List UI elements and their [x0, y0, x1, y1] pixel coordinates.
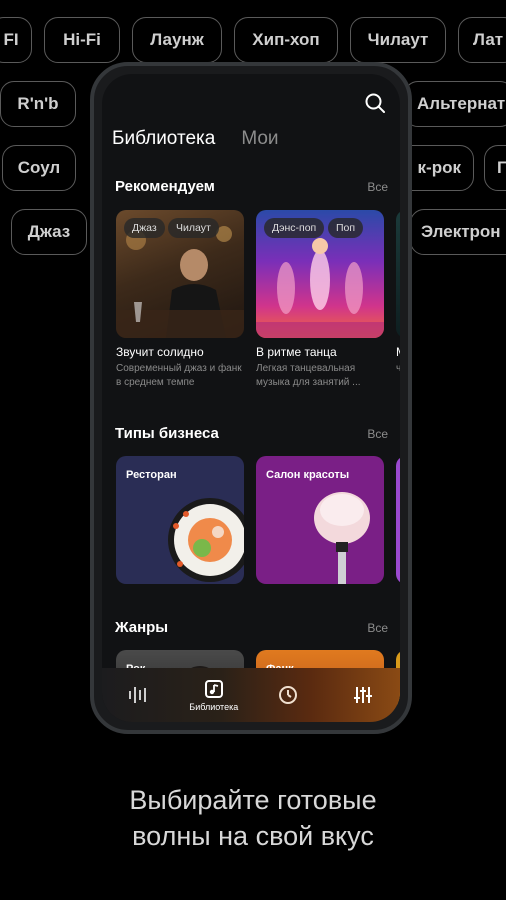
playlist-card-jazz[interactable]: Джаз Чилаут [116, 210, 244, 338]
playlist-card-partial[interactable] [396, 210, 400, 338]
playlist-card-dance[interactable]: Дэнс-поп Поп [256, 210, 384, 338]
see-all-genres[interactable]: Все [367, 621, 388, 635]
genre-chip: Хип-хоп [234, 17, 338, 63]
caption-line-2: волны на свой вкус [132, 821, 374, 851]
equalizer-icon [353, 687, 372, 703]
genre-chip: Hi-Fi [44, 17, 120, 63]
nav-history[interactable] [258, 685, 318, 705]
makeup-brush-image [314, 492, 370, 584]
genre-chip: Чилаут [350, 17, 446, 63]
business-card-partial[interactable] [396, 456, 400, 584]
nav-library[interactable]: Библиотека [184, 679, 244, 712]
section-title-recommended: Рекомендуем [115, 178, 215, 195]
tag-chillout: Чилаут [168, 218, 219, 238]
card-subtitle: чи [396, 363, 400, 374]
genre-chip: Г [484, 145, 506, 191]
caption-line-1: Выбирайте готовые [129, 785, 377, 815]
see-all-business[interactable]: Все [367, 427, 388, 441]
app-screen: Библиотека Мои Рекомендуем Все Джаз Чила… [102, 74, 400, 722]
clock-icon [279, 686, 298, 704]
genre-chip: Лат [458, 17, 506, 63]
library-tabs: Библиотека Мои [112, 128, 279, 150]
library-icon [204, 679, 223, 698]
card-title: В ритме танца [256, 345, 337, 359]
bottom-navigation: Библиотека [102, 668, 400, 722]
card-subtitle: Современный джаз и фанк в среднем темпе [116, 363, 242, 388]
tag-pop: Поп [328, 218, 364, 238]
nav-library-label: Библиотека [189, 701, 239, 712]
genre-chip: FI [0, 17, 32, 63]
card-title: М [396, 345, 400, 359]
search-icon[interactable] [364, 92, 386, 114]
genre-chip: Лаунж [132, 17, 222, 63]
sushi-image [168, 498, 244, 582]
genre-chip: Альтернат [404, 81, 506, 127]
waveform-icon [129, 687, 147, 703]
tab-mine[interactable]: Мои [241, 128, 278, 150]
tag-dance-pop: Дэнс-поп [264, 218, 325, 238]
tag-jazz: Джаз [124, 218, 165, 238]
genre-chip: Соул [2, 145, 76, 191]
section-title-business: Типы бизнеса [115, 425, 219, 442]
genre-chip: Электрон [410, 209, 506, 255]
card-title: Звучит солидно [116, 345, 204, 359]
business-card-restaurant[interactable]: Ресторан [116, 456, 244, 584]
see-all-recommended[interactable]: Все [367, 180, 388, 194]
section-title-genres: Жанры [115, 619, 169, 636]
phone-mockup: Библиотека Мои Рекомендуем Все Джаз Чила… [90, 62, 412, 734]
card-subtitle: Легкая танцевальная музыка для занятий .… [256, 363, 361, 388]
tab-library[interactable]: Библиотека [112, 128, 215, 150]
nav-settings[interactable] [333, 685, 393, 705]
genre-chip: R'n'b [0, 81, 76, 127]
genre-chip: Джаз [11, 209, 87, 255]
promo-caption: Выбирайте готовые волны на свой вкус [0, 782, 506, 854]
nav-waves[interactable] [109, 685, 169, 705]
business-card-beauty[interactable]: Салон красоты [256, 456, 384, 584]
